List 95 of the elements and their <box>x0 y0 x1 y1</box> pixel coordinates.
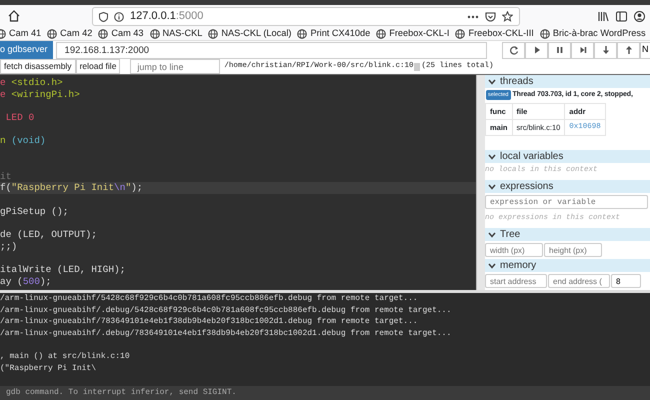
bookmark-link[interactable]: Cam 41 <box>9 26 42 40</box>
control-button[interactable] <box>594 42 617 58</box>
chevron-down-icon <box>488 154 496 160</box>
jump-field[interactable]: jump to line <box>130 59 220 74</box>
toolbar-button[interactable]: reload file <box>76 59 120 74</box>
step-icon <box>578 45 588 55</box>
globe-icon <box>297 28 308 38</box>
url-text: 127.0.0.1:5000 <box>130 9 204 24</box>
pause-icon <box>554 45 564 55</box>
pocket-icon[interactable] <box>485 12 496 22</box>
bookmark-link[interactable]: Freebox-CKL-I <box>389 26 450 40</box>
globe-icon <box>208 28 218 38</box>
section-title: local variables <box>500 150 564 164</box>
code-token: " <box>125 182 132 194</box>
library-icon[interactable] <box>598 10 609 22</box>
code-token: de (LED, OUTPUT); <box>0 228 97 240</box>
chevron-down-icon <box>488 184 496 190</box>
bookmark-link[interactable]: Print CX410de <box>310 26 370 40</box>
size-field[interactable]: height (px) <box>544 243 602 257</box>
code-token: \n <box>114 182 126 194</box>
code-token: <stdio.h> <box>11 77 63 88</box>
code-token: 500 <box>22 276 40 287</box>
bookmark-link[interactable]: NAS-CKL (Local) <box>221 26 292 40</box>
section-header[interactable]: expressions <box>485 180 650 193</box>
bookmark-link[interactable]: Cam 43 <box>111 26 144 40</box>
address-field[interactable]: end address ( <box>548 274 610 288</box>
sidebar-icon[interactable] <box>616 10 627 22</box>
console-line: , main () at src/blink.c:10 <box>0 351 131 364</box>
section-title: expressions <box>500 180 554 194</box>
globe-icon <box>540 28 550 38</box>
chevron-down-icon <box>488 78 496 84</box>
console-line: /arm-linux-gnueabihf/5428c68f929c6b4c0b781a608fc95ccb886efb.debug from remote target... <box>0 293 419 305</box>
refresh-icon <box>508 45 518 55</box>
scrollbar[interactable] <box>476 75 485 290</box>
chevron-down-icon <box>488 232 496 238</box>
size-field[interactable]: width (px) <box>485 243 543 257</box>
count-field[interactable]: 8 <box>611 274 641 288</box>
section-header[interactable]: Tree <box>485 228 650 241</box>
home-icon[interactable] <box>8 10 20 22</box>
bookmark-link[interactable]: Cam 42 <box>60 26 92 40</box>
control-button[interactable] <box>502 42 525 58</box>
account-icon[interactable] <box>634 10 645 22</box>
code-token: e <box>0 88 7 100</box>
connect-button[interactable]: o gdbserver <box>0 41 53 59</box>
code-token: ;;) <box>0 240 18 252</box>
code-token: f( <box>0 182 12 194</box>
console-line: /arm-linux-gnueabihf/.debug/783649101e4eb1f38db9b4eb20f318bc1002d1.debug from remote target... <box>0 328 452 340</box>
info-icon <box>114 12 124 22</box>
code-token: n <box>0 135 7 146</box>
code-token: gPiSetup (); <box>0 206 68 217</box>
section-header[interactable]: threads <box>485 75 650 88</box>
globe-icon <box>376 28 386 38</box>
address-field[interactable]: 192.168.1.137:2000 <box>56 42 487 58</box>
bookmark-link[interactable]: Bric-à-brac WordPress <box>552 26 646 40</box>
code-token: e <box>0 77 7 88</box>
up-arrow-icon <box>624 45 634 55</box>
control-button[interactable] <box>617 42 640 58</box>
section-header[interactable]: local variables <box>485 150 650 163</box>
code-token: LED 0 <box>4 112 34 124</box>
section-header[interactable]: memory <box>485 259 650 272</box>
control-button[interactable] <box>548 42 571 58</box>
console-line: /arm-linux-gnueabihf/.debug/5428c68f929c6b4c0b781a608fc95ccb886efb.debug from remote target... <box>0 304 452 316</box>
address-field[interactable]: start address <box>485 274 547 288</box>
toolbar-button[interactable]: fetch disassembly <box>0 59 76 74</box>
globe-icon <box>47 28 58 38</box>
url-bar[interactable]: 127.0.0.1:5000 <box>92 7 520 26</box>
globe-icon <box>98 28 108 38</box>
more-icon[interactable] <box>467 14 479 18</box>
globe-icon <box>150 28 160 38</box>
bookmark-link[interactable]: NAS-CKL <box>162 26 202 40</box>
code-token: ay ( <box>0 276 23 287</box>
shield-icon <box>99 12 108 22</box>
bookmark-link[interactable]: Freebox-CKL-III <box>468 26 534 40</box>
star-icon[interactable] <box>502 11 513 22</box>
section-title: threads <box>500 75 534 89</box>
control-button[interactable] <box>571 42 594 58</box>
console-line: /arm-linux-gnueabihf/783649101e4eb1f38db9b4eb20f318bc1002d1.debug from remote target... <box>0 316 419 328</box>
code-token: (void) <box>11 135 46 146</box>
control-button[interactable] <box>525 42 548 58</box>
globe-icon <box>455 28 466 38</box>
code-token: ); <box>40 276 52 287</box>
code-token: ); <box>131 182 143 194</box>
control-button[interactable]: N <box>640 42 650 58</box>
cursor-mark <box>414 62 420 70</box>
code-token: <wiringPi.h> <box>11 88 80 100</box>
status-bar: gdb command. To interrupt inferior, send SIGINT. <box>0 386 650 400</box>
section-title: Tree <box>500 228 520 242</box>
code-token: it <box>0 170 12 182</box>
code-token: italWrite (LED, HIGH); <box>0 264 126 275</box>
expression-field[interactable]: expression or variable <box>485 195 648 209</box>
chevron-down-icon <box>488 262 496 268</box>
down-arrow-icon <box>600 45 610 55</box>
section-title: memory <box>500 259 536 273</box>
code-token: "Raspberry Pi Init <box>11 182 114 194</box>
console-line: ("Raspberry Pi Init\ <box>0 363 98 375</box>
